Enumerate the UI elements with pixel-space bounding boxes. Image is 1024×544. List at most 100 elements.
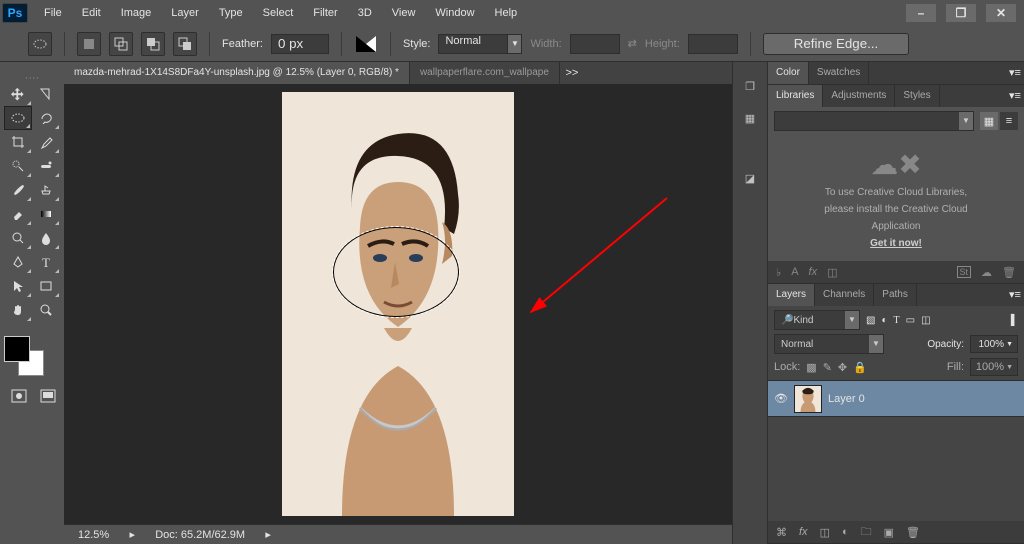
doc-tab-active[interactable]: mazda-mehrad-1X14S8DFa4Y-unsplash.jpg @ … [64,62,410,84]
quick-mask-icon[interactable] [6,386,31,406]
lock-position-icon[interactable]: ✥ [838,361,847,374]
color-swatches[interactable] [4,336,44,376]
feather-input[interactable] [271,34,329,54]
style-select[interactable]: Normal▼ [438,34,522,54]
tool-preset-icon[interactable] [28,32,52,56]
tab-layers[interactable]: Layers [768,284,815,306]
dodge-tool[interactable] [4,226,32,250]
anti-alias-icon[interactable] [354,34,378,54]
tab-channels[interactable]: Channels [815,284,874,306]
para-style-icon[interactable]: A [791,266,798,278]
artboard-tool[interactable] [32,82,60,106]
color-panel-menu-icon[interactable]: ▾≡ [1006,62,1024,84]
filter-smart-icon[interactable]: ◫ [921,315,930,326]
layer-name[interactable]: Layer 0 [828,393,865,405]
history-panel-icon[interactable]: ❐ [738,74,762,98]
layer-row[interactable]: 👁 Layer 0 [768,380,1024,416]
layer-thumbnail[interactable] [794,385,822,413]
type-tool[interactable]: T [32,250,60,274]
canvas[interactable] [64,84,732,524]
lib-grid-view-icon[interactable]: ▦ [980,112,998,130]
tab-styles[interactable]: Styles [895,85,939,107]
menu-edit[interactable]: Edit [72,0,111,26]
swatch-add-icon[interactable]: ◫ [827,266,837,279]
doc-info-popup-icon[interactable]: ▸ [261,528,275,541]
filter-type-icon[interactable]: T [894,315,900,326]
doc-tabs-overflow[interactable]: >> [560,62,584,84]
st-badge-icon[interactable]: St [957,266,972,278]
tab-libraries[interactable]: Libraries [768,85,823,107]
layer-mask-icon[interactable]: ◫ [820,526,830,539]
menu-3d[interactable]: 3D [348,0,382,26]
filter-adjust-icon[interactable]: ◐ [881,315,887,326]
filter-toggle-icon[interactable]: ▌ [1011,315,1018,326]
filter-shape-icon[interactable]: ▭ [906,315,915,326]
doc-size[interactable]: Doc: 65.2M/62.9M [149,529,251,541]
zoom-tool[interactable] [32,298,60,322]
menu-window[interactable]: Window [425,0,484,26]
window-close[interactable]: ✕ [986,4,1016,22]
screen-mode-icon[interactable] [35,386,60,406]
tab-color[interactable]: Color [768,62,809,84]
delete-icon[interactable]: 🗑 [1002,266,1016,279]
path-selection-tool[interactable] [4,274,32,298]
pen-tool[interactable] [4,250,32,274]
move-tool[interactable] [4,82,32,106]
rectangle-tool[interactable] [32,274,60,298]
menu-view[interactable]: View [382,0,426,26]
subtract-selection-icon[interactable] [141,32,165,56]
menu-layer[interactable]: Layer [161,0,209,26]
healing-brush-tool[interactable] [32,154,60,178]
opacity-input[interactable]: 100%▼ [970,335,1018,353]
clone-stamp-tool[interactable] [32,178,60,202]
menu-file[interactable]: File [34,0,72,26]
group-icon[interactable]: 🗀 [861,523,872,542]
zoom-level[interactable]: 12.5% [72,529,115,541]
tab-adjustments[interactable]: Adjustments [823,85,895,107]
menu-filter[interactable]: Filter [303,0,347,26]
zoom-popup-icon[interactable]: ▸ [125,528,139,541]
menu-image[interactable]: Image [111,0,162,26]
lib-get-link[interactable]: Get it now! [870,238,922,249]
layer-visibility-icon[interactable]: 👁 [774,392,788,405]
blur-tool[interactable] [32,226,60,250]
doc-tab-inactive[interactable]: wallpaperflare.com_wallpape [410,62,560,84]
delete-layer-icon[interactable]: 🗑 [906,526,920,539]
libraries-select[interactable]: ▼ [774,111,974,131]
window-maximize[interactable]: ❐ [946,4,976,22]
menu-help[interactable]: Help [485,0,528,26]
layers-panel-menu-icon[interactable]: ▾≡ [1006,284,1024,306]
cloud-sync-icon[interactable]: ☁ [981,266,992,279]
eraser-tool[interactable] [4,202,32,226]
fill-adjust-icon[interactable]: ◐ [842,526,849,538]
menu-select[interactable]: Select [253,0,304,26]
menu-type[interactable]: Type [209,0,253,26]
lock-pixels-icon[interactable]: ✎ [823,361,832,374]
gradient-tool[interactable] [32,202,60,226]
lock-all-icon[interactable]: 🔒 [853,361,867,374]
add-selection-icon[interactable] [109,32,133,56]
rail-grip-icon[interactable]: ···· [4,72,60,80]
actions-panel-icon[interactable]: ▦ [738,106,762,130]
window-minimize[interactable]: – [906,4,936,22]
refine-edge-button[interactable]: Refine Edge... [763,33,909,55]
foreground-color-swatch[interactable] [4,336,30,362]
quick-selection-tool[interactable] [4,154,32,178]
lib-list-view-icon[interactable]: ≡ [1000,112,1018,130]
fill-input[interactable]: 100%▼ [970,358,1018,376]
link-layers-icon[interactable]: ⌘ [776,526,787,539]
new-layer-icon[interactable]: ▣ [884,526,894,539]
app-logo[interactable]: Ps [2,3,28,23]
layers-empty-area[interactable] [768,416,1024,521]
new-selection-icon[interactable] [77,32,101,56]
tab-paths[interactable]: Paths [874,284,917,306]
intersect-selection-icon[interactable] [173,32,197,56]
lasso-tool[interactable] [32,106,60,130]
properties-panel-icon[interactable]: ◪ [738,166,762,190]
elliptical-marquee-tool[interactable] [4,106,32,130]
crop-tool[interactable] [4,130,32,154]
libraries-panel-menu-icon[interactable]: ▾≡ [1006,85,1024,107]
brush-tool[interactable] [4,178,32,202]
filter-pixel-icon[interactable]: ▧ [866,315,875,326]
blend-mode-select[interactable]: Normal▼ [774,334,884,354]
